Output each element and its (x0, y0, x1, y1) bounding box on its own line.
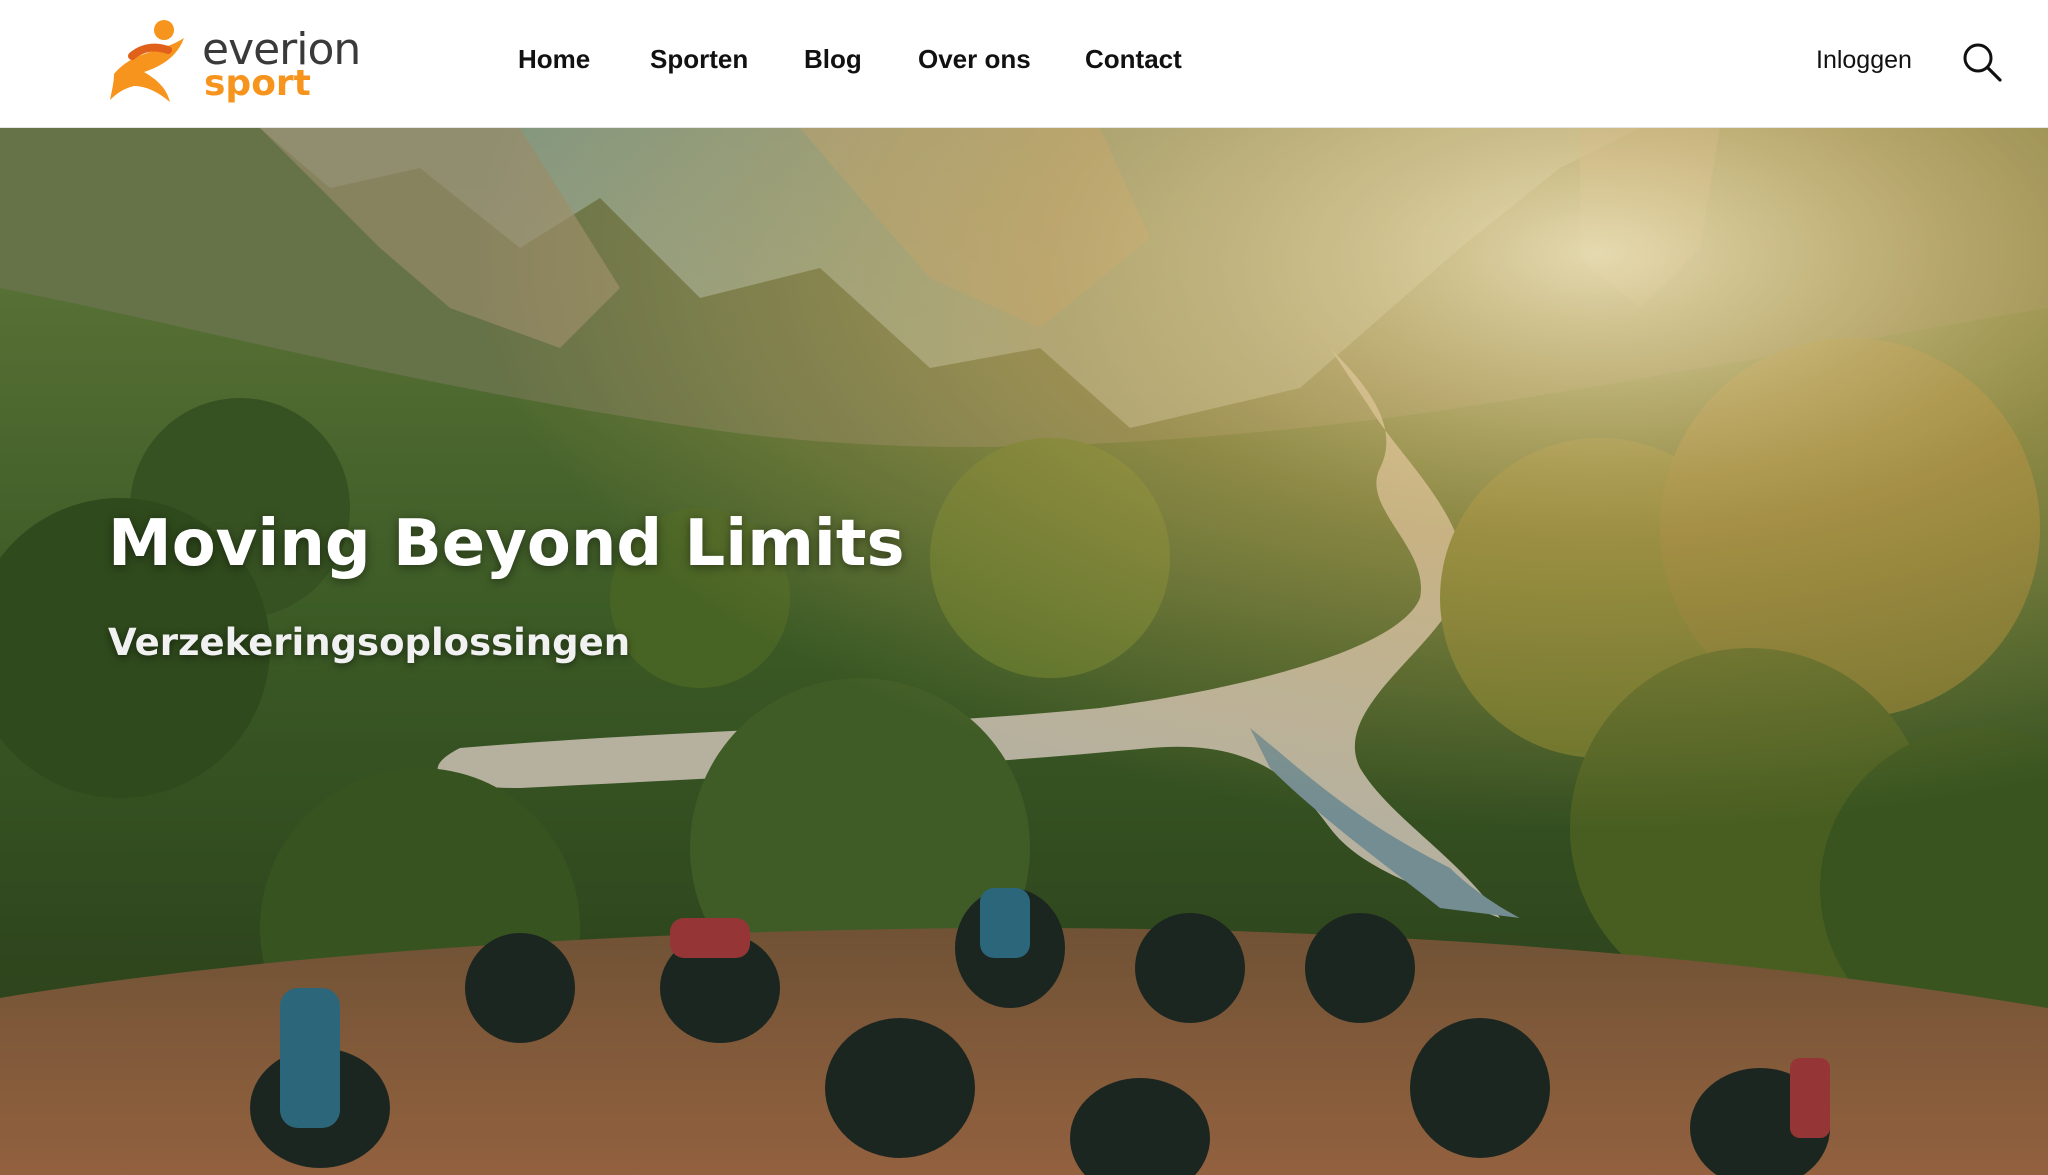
site-header: everion sport Home Sporten Blog Over ons… (0, 0, 2048, 128)
hero-section: Moving Beyond Limits Verzekeringsoplossi… (0, 128, 2048, 1175)
nav-item-sporten[interactable]: Sporten (650, 46, 748, 72)
login-link[interactable]: Inloggen (1816, 48, 1912, 73)
hero-subtitle: Verzekeringsoplossingen (108, 621, 631, 664)
main-nav: Home Sporten Blog Over ons Contact (0, 0, 2048, 128)
nav-item-over-ons[interactable]: Over ons (918, 46, 1031, 72)
nav-item-blog[interactable]: Blog (804, 46, 862, 72)
search-icon (1963, 43, 2002, 82)
nav-item-contact[interactable]: Contact (1085, 46, 1182, 72)
hero-title: Moving Beyond Limits (108, 507, 905, 581)
search-button[interactable] (1960, 40, 2004, 84)
nav-item-home[interactable]: Home (518, 46, 590, 72)
